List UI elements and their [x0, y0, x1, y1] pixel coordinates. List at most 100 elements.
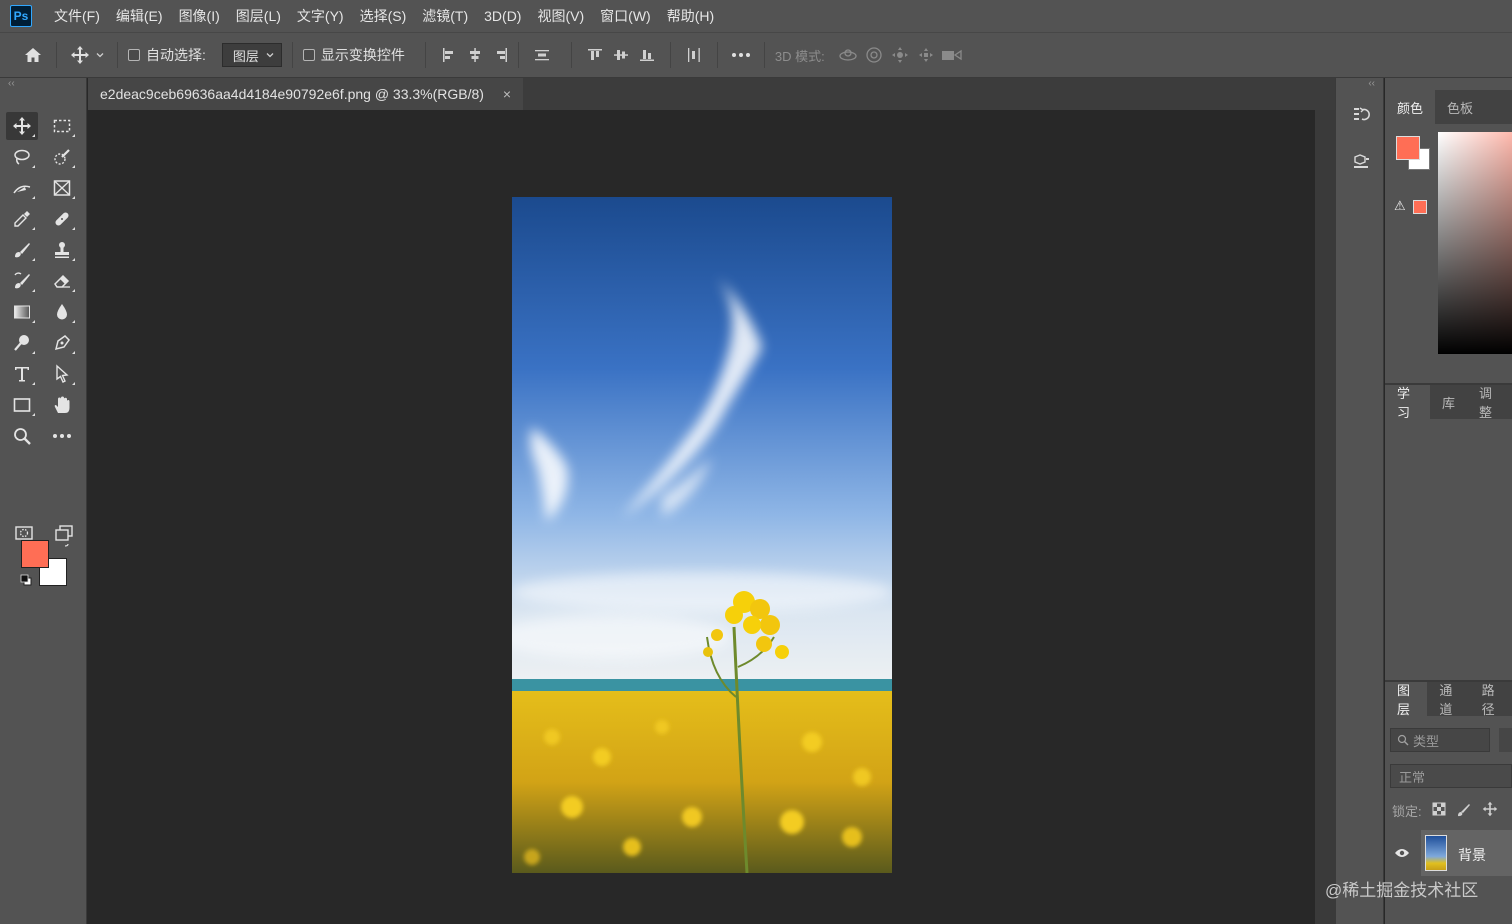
- tab-swatches[interactable]: 色板: [1435, 90, 1485, 124]
- quick-selection-icon[interactable]: [46, 143, 78, 171]
- dodge-icon[interactable]: [6, 329, 38, 357]
- roll-3d-icon[interactable]: [861, 42, 887, 68]
- tab-layers[interactable]: 图层: [1385, 682, 1428, 717]
- orbit-3d-icon[interactable]: [835, 42, 861, 68]
- eyedropper-icon[interactable]: [6, 205, 38, 233]
- lasso-icon[interactable]: [6, 143, 38, 171]
- align-middle-icon[interactable]: [608, 42, 634, 68]
- align-left-icon[interactable]: [436, 42, 462, 68]
- collapse-panel-icon[interactable]: ‹‹: [0, 78, 86, 90]
- separator: [424, 42, 426, 68]
- auto-select-dropdown[interactable]: 图层: [221, 43, 282, 67]
- menu-filter[interactable]: 滤镜(T): [414, 0, 476, 32]
- align-bottom-icon[interactable]: [634, 42, 660, 68]
- pan-3d-icon[interactable]: [887, 42, 913, 68]
- tab-channels[interactable]: 通道: [1427, 682, 1469, 717]
- blend-mode-value: 正常: [1399, 769, 1426, 785]
- scale-3d-camera-icon[interactable]: [939, 42, 965, 68]
- rectangle-shape-icon[interactable]: [6, 391, 38, 419]
- tab-color[interactable]: 颜色: [1385, 90, 1436, 124]
- layer-filter-toggle[interactable]: [1499, 728, 1512, 752]
- lock-position-icon[interactable]: [1482, 801, 1498, 820]
- rectangular-marquee-icon[interactable]: [46, 112, 78, 140]
- lock-image-pixels-icon[interactable]: [1456, 801, 1472, 820]
- search-icon: [1397, 734, 1409, 746]
- menu-3d[interactable]: 3D(D): [476, 0, 529, 32]
- move-tool-preset-icon[interactable]: [67, 42, 93, 68]
- distribute-horizontal-icon[interactable]: [681, 42, 707, 68]
- tab-learn[interactable]: 学习: [1385, 385, 1430, 420]
- menu-image[interactable]: 图像(I): [171, 0, 228, 32]
- canvas-area[interactable]: [88, 110, 1315, 924]
- color-panel-tabs: 颜色 色板: [1385, 90, 1512, 124]
- menu-select[interactable]: 选择(S): [352, 0, 415, 32]
- eraser-icon[interactable]: [46, 267, 78, 295]
- eye-visibility-icon[interactable]: [1385, 847, 1419, 859]
- color-panel: 颜色 色板 ⚠: [1385, 90, 1512, 380]
- home-icon[interactable]: [20, 42, 46, 68]
- auto-select-checkbox[interactable]: [128, 49, 140, 61]
- tab-libraries[interactable]: 库: [1430, 385, 1467, 419]
- menu-type[interactable]: 文字(Y): [289, 0, 352, 32]
- healing-brush-icon[interactable]: [46, 205, 78, 233]
- distribute-vertical-icon[interactable]: [529, 42, 555, 68]
- gradient-icon[interactable]: [6, 298, 38, 326]
- close-icon[interactable]: ×: [503, 86, 511, 102]
- tool-grid: [6, 112, 82, 453]
- pen-icon[interactable]: [46, 329, 78, 357]
- lock-label: 锁定:: [1392, 803, 1422, 819]
- chevron-down-icon[interactable]: [93, 42, 107, 68]
- foreground-color-swatch[interactable]: [21, 540, 49, 568]
- history-panel-icon[interactable]: [1336, 90, 1385, 138]
- document-image[interactable]: [512, 197, 892, 873]
- move-tool-icon[interactable]: [6, 112, 38, 140]
- pen-curvature-icon[interactable]: [6, 174, 38, 202]
- collapse-panel-icon[interactable]: ‹‹: [1336, 78, 1383, 90]
- align-center-icon[interactable]: [462, 42, 488, 68]
- brush-icon[interactable]: [6, 236, 38, 264]
- show-transform-checkbox[interactable]: [302, 49, 315, 61]
- zoom-tool-icon[interactable]: [6, 422, 38, 450]
- slide-3d-icon[interactable]: [913, 42, 939, 68]
- layer-thumbnail: [1425, 835, 1447, 871]
- tab-paths[interactable]: 路径: [1470, 682, 1512, 717]
- canvas-scroll-gutter[interactable]: [1315, 110, 1335, 924]
- blur-drop-icon[interactable]: [46, 298, 78, 326]
- more-options-icon[interactable]: [728, 42, 754, 68]
- panel-foreground-swatch[interactable]: [1396, 136, 1420, 160]
- properties-3d-panel-icon[interactable]: [1336, 138, 1385, 186]
- frame-tool-icon[interactable]: [46, 174, 78, 202]
- lock-transparent-pixels-icon[interactable]: [1432, 802, 1446, 819]
- screen-mode-icon[interactable]: [48, 519, 80, 547]
- hand-tool-icon[interactable]: [46, 391, 78, 419]
- type-tool-icon[interactable]: [6, 360, 38, 388]
- tab-adjustments[interactable]: 调整: [1467, 385, 1512, 420]
- path-selection-icon[interactable]: [46, 360, 78, 388]
- gamut-correction-swatch[interactable]: [1413, 200, 1427, 214]
- menu-file[interactable]: 文件(F): [46, 0, 108, 32]
- menu-layer[interactable]: 图层(L): [228, 0, 289, 32]
- document-tab[interactable]: e2deac9ceb69636aa4d4184e90792e6f.png @ 3…: [88, 78, 523, 110]
- align-right-icon[interactable]: [488, 42, 514, 68]
- edit-toolbar-icon[interactable]: [46, 422, 78, 450]
- separator: [570, 42, 572, 68]
- menu-edit[interactable]: 编辑(E): [108, 0, 171, 32]
- layer-row[interactable]: 背景: [1385, 830, 1512, 876]
- right-panels: 颜色 色板 ⚠ 学习 库 调整 图层 通道 路径 类型 正常 锁定: 背景: [1385, 78, 1512, 924]
- blend-mode-select[interactable]: 正常: [1390, 764, 1512, 788]
- gamut-warning-icon[interactable]: ⚠: [1394, 198, 1406, 214]
- layer-name: 背景: [1458, 847, 1486, 863]
- default-colors-icon[interactable]: [20, 574, 32, 586]
- color-picker-field[interactable]: [1438, 132, 1512, 354]
- clone-stamp-icon[interactable]: [46, 236, 78, 264]
- auto-select-label: 自动选择:: [146, 47, 206, 63]
- align-top-icon[interactable]: [582, 42, 608, 68]
- layer-filter-select[interactable]: 类型: [1390, 728, 1490, 752]
- menu-view[interactable]: 视图(V): [529, 0, 592, 32]
- menu-window[interactable]: 窗口(W): [592, 0, 659, 32]
- history-brush-icon[interactable]: [6, 267, 38, 295]
- separator: [669, 42, 671, 68]
- menu-help[interactable]: 帮助(H): [659, 0, 722, 32]
- separator: [56, 42, 57, 68]
- watermark-text: @稀土掘金技术社区: [1325, 881, 1479, 900]
